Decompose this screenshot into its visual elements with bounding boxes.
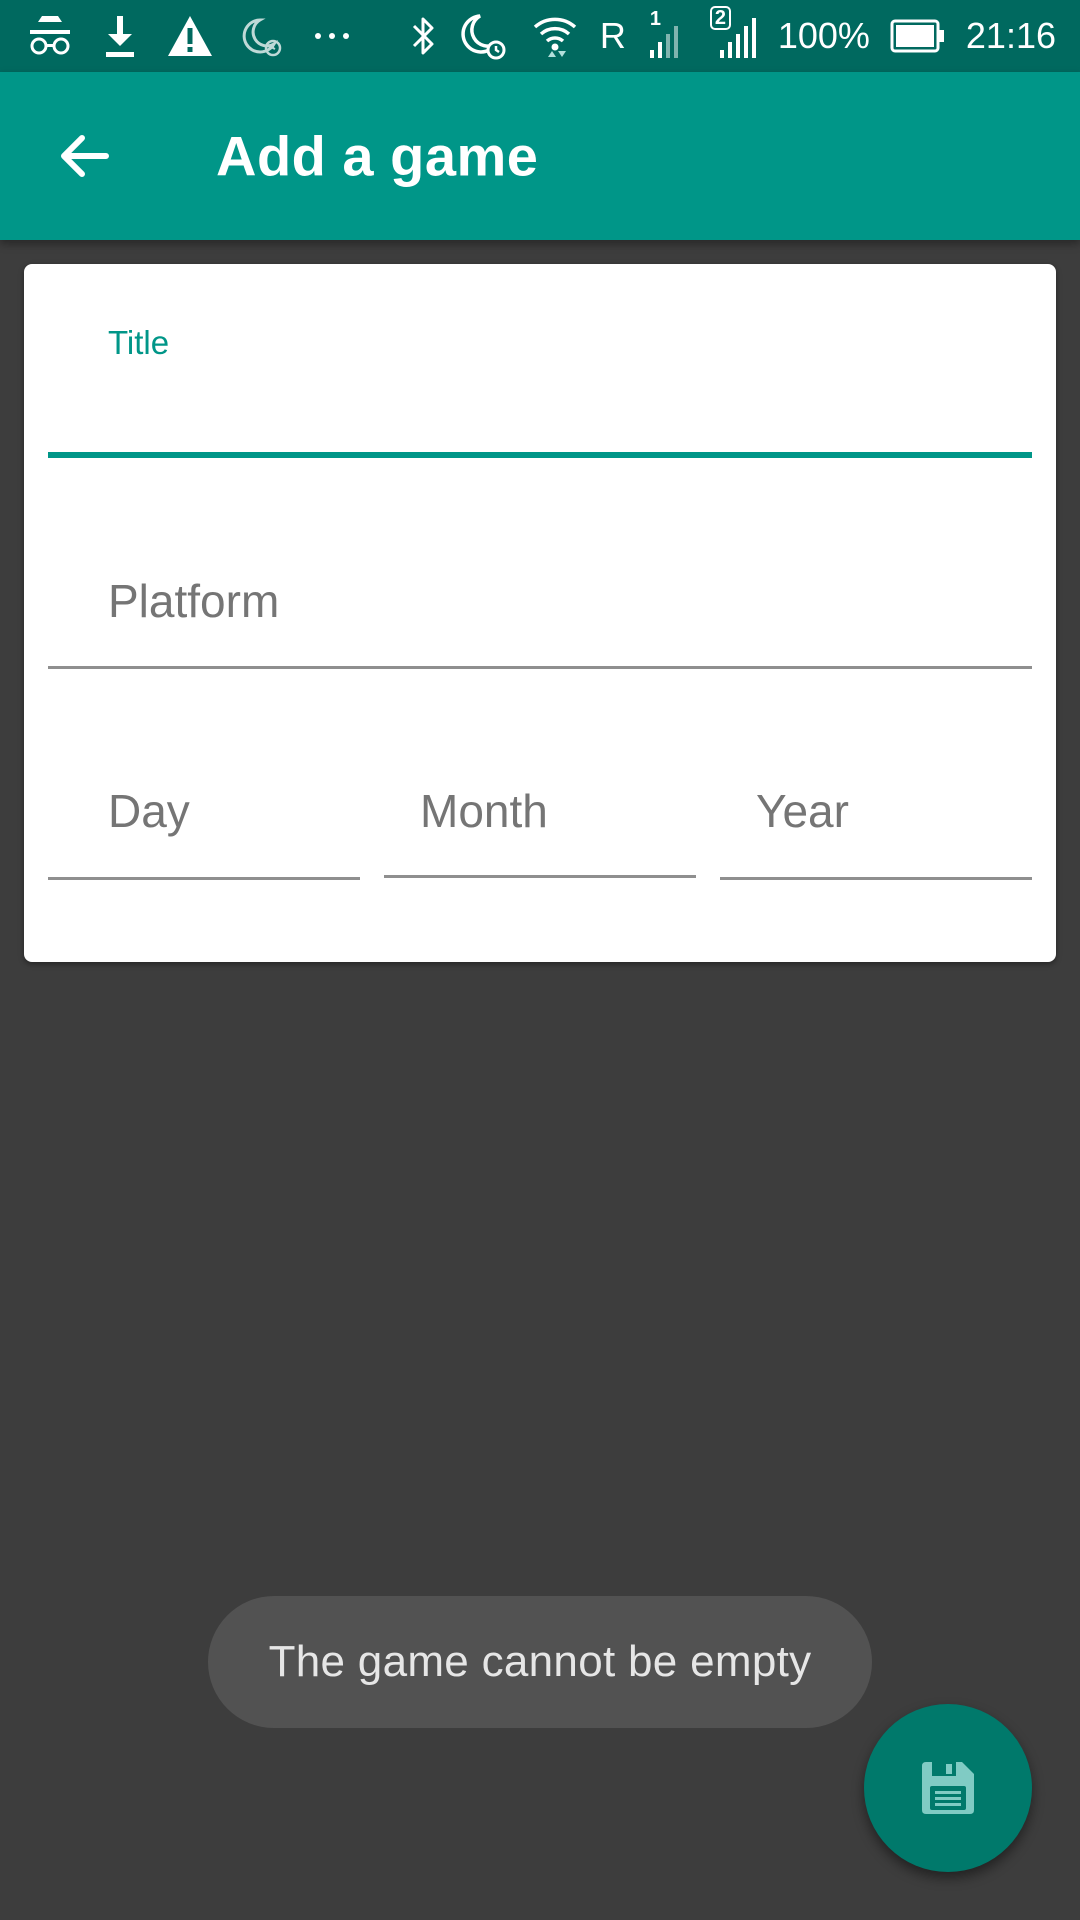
battery-icon	[890, 19, 946, 53]
save-button[interactable]	[864, 1704, 1032, 1872]
toast: The game cannot be empty	[208, 1596, 872, 1728]
app-bar: Add a game	[0, 72, 1080, 240]
wifi-icon	[530, 11, 580, 61]
day-field[interactable]: Day	[48, 784, 360, 884]
year-input[interactable]	[756, 784, 1016, 844]
status-bar-system: R 1 2 100% 21:16	[408, 6, 1056, 62]
night-alarm-icon	[458, 10, 510, 62]
platform-field[interactable]: Platform	[48, 574, 1032, 672]
incognito-icon	[26, 12, 74, 60]
sim2-label: 2	[709, 6, 731, 30]
arrow-left-icon	[61, 135, 109, 177]
bluetooth-icon	[408, 12, 438, 60]
signal-sim1-icon: 1	[646, 8, 690, 60]
roaming-indicator: R	[599, 15, 626, 56]
platform-input[interactable]	[108, 574, 1008, 634]
save-icon	[922, 1762, 974, 1814]
platform-underline	[48, 666, 1032, 669]
night-alarm-icon	[240, 14, 284, 58]
sim1-label: 1	[649, 8, 661, 30]
month-underline	[384, 875, 696, 878]
signal-sim2-icon: 2	[709, 6, 758, 60]
title-field[interactable]: Title	[48, 324, 1032, 458]
status-bar-notifications	[26, 12, 354, 60]
page-title: Add a game	[216, 124, 539, 188]
status-bar: R 1 2 100% 21:16	[0, 0, 1080, 72]
day-input[interactable]	[108, 784, 348, 844]
battery-percent: 100%	[777, 15, 870, 56]
clock: 21:16	[965, 15, 1056, 56]
download-icon	[100, 12, 140, 60]
year-underline	[720, 877, 1032, 880]
day-underline	[48, 877, 360, 880]
title-field-label: Title	[108, 324, 170, 361]
title-underline	[48, 452, 1032, 458]
back-button[interactable]	[48, 120, 120, 192]
title-input[interactable]	[108, 380, 1008, 440]
screen: R 1 2 100% 21:16 Add a game Title Platfo…	[0, 0, 1080, 1920]
game-form-card: Title Platform Day Month Year	[24, 264, 1056, 962]
year-field[interactable]: Year	[720, 784, 1032, 884]
toast-message: The game cannot be empty	[268, 1637, 812, 1686]
warning-icon	[166, 14, 214, 58]
month-input[interactable]	[420, 784, 680, 844]
more-dots-icon	[310, 26, 354, 46]
month-field[interactable]: Month	[384, 784, 696, 884]
